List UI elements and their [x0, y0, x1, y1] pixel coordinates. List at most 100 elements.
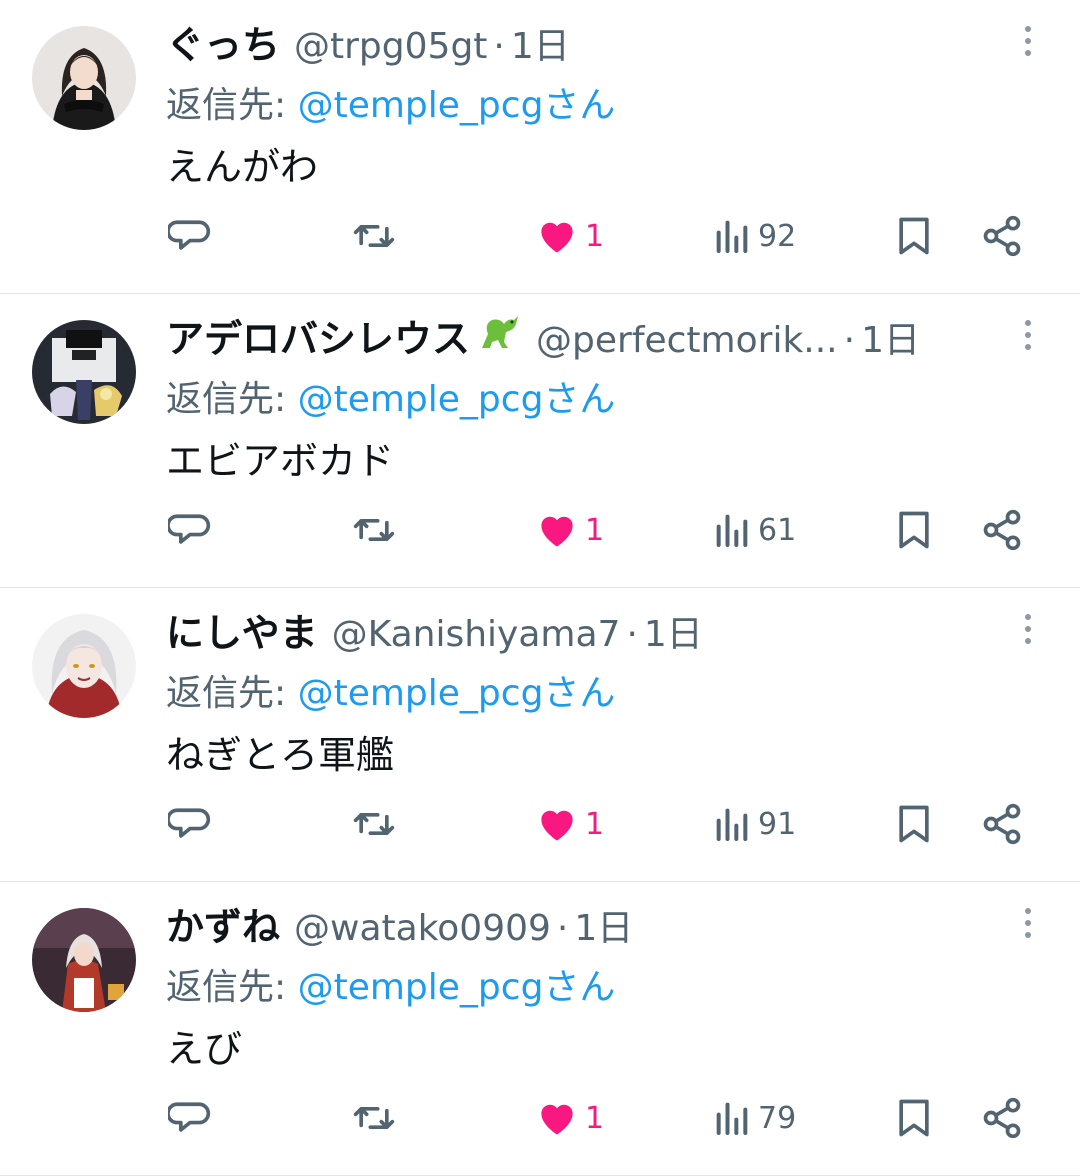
share-icon: [983, 509, 1021, 551]
reply-to-link[interactable]: @temple_pcgさん: [298, 85, 616, 126]
speech-bubble-icon: [168, 220, 211, 250]
reply-button[interactable]: [168, 796, 212, 852]
more-options-icon[interactable]: [1018, 614, 1038, 650]
like-count: 1: [585, 512, 605, 548]
tweet-text: えび: [166, 1027, 243, 1071]
view-count: 61: [758, 512, 797, 548]
like-button[interactable]: 1: [535, 208, 604, 264]
retweet-button[interactable]: [350, 502, 398, 558]
views-button[interactable]: 79: [712, 1090, 796, 1146]
bookmark-icon: [899, 217, 929, 255]
user-handle[interactable]: @perfectmorik...: [536, 320, 838, 361]
like-count: 1: [585, 1100, 605, 1136]
action-bar: 1 61: [0, 502, 1080, 558]
share-button[interactable]: [980, 208, 1024, 264]
more-options-icon[interactable]: [1018, 320, 1038, 356]
bookmark-button[interactable]: [892, 1090, 936, 1146]
reply-button[interactable]: [168, 208, 212, 264]
bar-chart-icon: [716, 220, 748, 253]
reply-to-link[interactable]: @temple_pcgさん: [298, 967, 616, 1008]
share-button[interactable]: [980, 796, 1024, 852]
bookmark-button[interactable]: [892, 502, 936, 558]
avatar[interactable]: [32, 26, 136, 130]
retweet-button[interactable]: [350, 796, 398, 852]
like-count: 1: [585, 218, 605, 254]
retweet-arrows-icon: [353, 519, 395, 541]
like-button[interactable]: 1: [535, 796, 604, 852]
tweet-text: エビアボカド: [166, 439, 395, 483]
timestamp[interactable]: 1日: [861, 311, 920, 363]
dinosaur-emoji-icon: [482, 316, 519, 348]
timestamp[interactable]: 1日: [574, 899, 633, 951]
user-handle[interactable]: @Kanishiyama7: [332, 614, 621, 655]
tweet-item[interactable]: アデロバシレウス @perfectmorik... · 1日 返信先: @tem…: [0, 294, 1080, 588]
view-count: 91: [758, 806, 797, 842]
reply-label: 返信先:: [166, 967, 287, 1008]
more-options-icon[interactable]: [1018, 908, 1038, 944]
views-button[interactable]: 61: [712, 502, 796, 558]
reply-button[interactable]: [168, 1090, 212, 1146]
like-button[interactable]: 1: [535, 1090, 604, 1146]
avatar[interactable]: [32, 320, 136, 424]
avatar[interactable]: [32, 908, 136, 1012]
reply-label: 返信先:: [166, 379, 287, 420]
like-button[interactable]: 1: [535, 502, 604, 558]
timestamp[interactable]: 1日: [644, 605, 703, 657]
share-icon: [983, 803, 1021, 845]
heart-icon: [541, 516, 573, 547]
reply-button[interactable]: [168, 502, 212, 558]
reply-context: 返信先: @temple_pcgさん: [166, 958, 615, 1010]
tweet-item[interactable]: かずね @watako0909 · 1日 返信先: @temple_pcgさん …: [0, 882, 1080, 1176]
heart-icon: [541, 222, 573, 253]
views-button[interactable]: 91: [712, 796, 796, 852]
reply-label: 返信先:: [166, 673, 287, 714]
bookmark-button[interactable]: [892, 796, 936, 852]
bookmark-icon: [899, 511, 929, 549]
tweet-text: えんがわ: [166, 145, 319, 189]
separator-dot: ·: [493, 26, 505, 67]
bookmark-icon: [899, 805, 929, 843]
tweet-header: にしやま @Kanishiyama7 · 1日: [166, 602, 1000, 658]
heart-icon: [541, 1104, 573, 1135]
like-count: 1: [585, 806, 605, 842]
tweet-item[interactable]: にしやま @Kanishiyama7 · 1日 返信先: @temple_pcg…: [0, 588, 1080, 882]
reply-label: 返信先:: [166, 85, 287, 126]
bar-chart-icon: [716, 808, 748, 841]
share-button[interactable]: [980, 502, 1024, 558]
display-name[interactable]: ぐっち: [166, 14, 280, 69]
retweet-button[interactable]: [350, 1090, 398, 1146]
views-button[interactable]: 92: [712, 208, 796, 264]
reply-to-link[interactable]: @temple_pcgさん: [298, 673, 616, 714]
separator-dot: ·: [626, 614, 638, 655]
reply-context: 返信先: @temple_pcgさん: [166, 76, 615, 128]
separator-dot: ·: [843, 320, 856, 361]
tweet-header: ぐっち @trpg05gt · 1日: [166, 14, 1000, 70]
reply-context: 返信先: @temple_pcgさん: [166, 664, 615, 716]
display-name[interactable]: アデロバシレウス: [166, 308, 470, 363]
speech-bubble-icon: [168, 1102, 211, 1132]
action-bar: 1 92: [0, 208, 1080, 264]
bookmark-icon: [899, 1099, 929, 1137]
avatar[interactable]: [32, 614, 136, 718]
retweet-arrows-icon: [353, 1107, 395, 1129]
share-button[interactable]: [980, 1090, 1024, 1146]
view-count: 79: [758, 1100, 797, 1136]
speech-bubble-icon: [168, 808, 211, 838]
share-icon: [983, 1097, 1021, 1139]
tweet-text: ねぎとろ軍艦: [166, 733, 395, 777]
reply-to-link[interactable]: @temple_pcgさん: [298, 379, 616, 420]
tweet-item[interactable]: ぐっち @trpg05gt · 1日 返信先: @temple_pcgさん えん…: [0, 0, 1080, 294]
bar-chart-icon: [716, 1102, 748, 1135]
user-handle[interactable]: @watako0909: [294, 908, 551, 949]
tweet-header: アデロバシレウス @perfectmorik... · 1日: [166, 308, 1000, 364]
bar-chart-icon: [716, 514, 748, 547]
retweet-button[interactable]: [350, 208, 398, 264]
reply-context: 返信先: @temple_pcgさん: [166, 370, 615, 422]
timestamp[interactable]: 1日: [511, 17, 570, 69]
more-options-icon[interactable]: [1018, 26, 1038, 62]
bookmark-button[interactable]: [892, 208, 936, 264]
display-name[interactable]: かずね: [166, 896, 280, 951]
display-name[interactable]: にしやま: [166, 602, 318, 657]
speech-bubble-icon: [168, 514, 211, 544]
user-handle[interactable]: @trpg05gt: [294, 26, 487, 67]
